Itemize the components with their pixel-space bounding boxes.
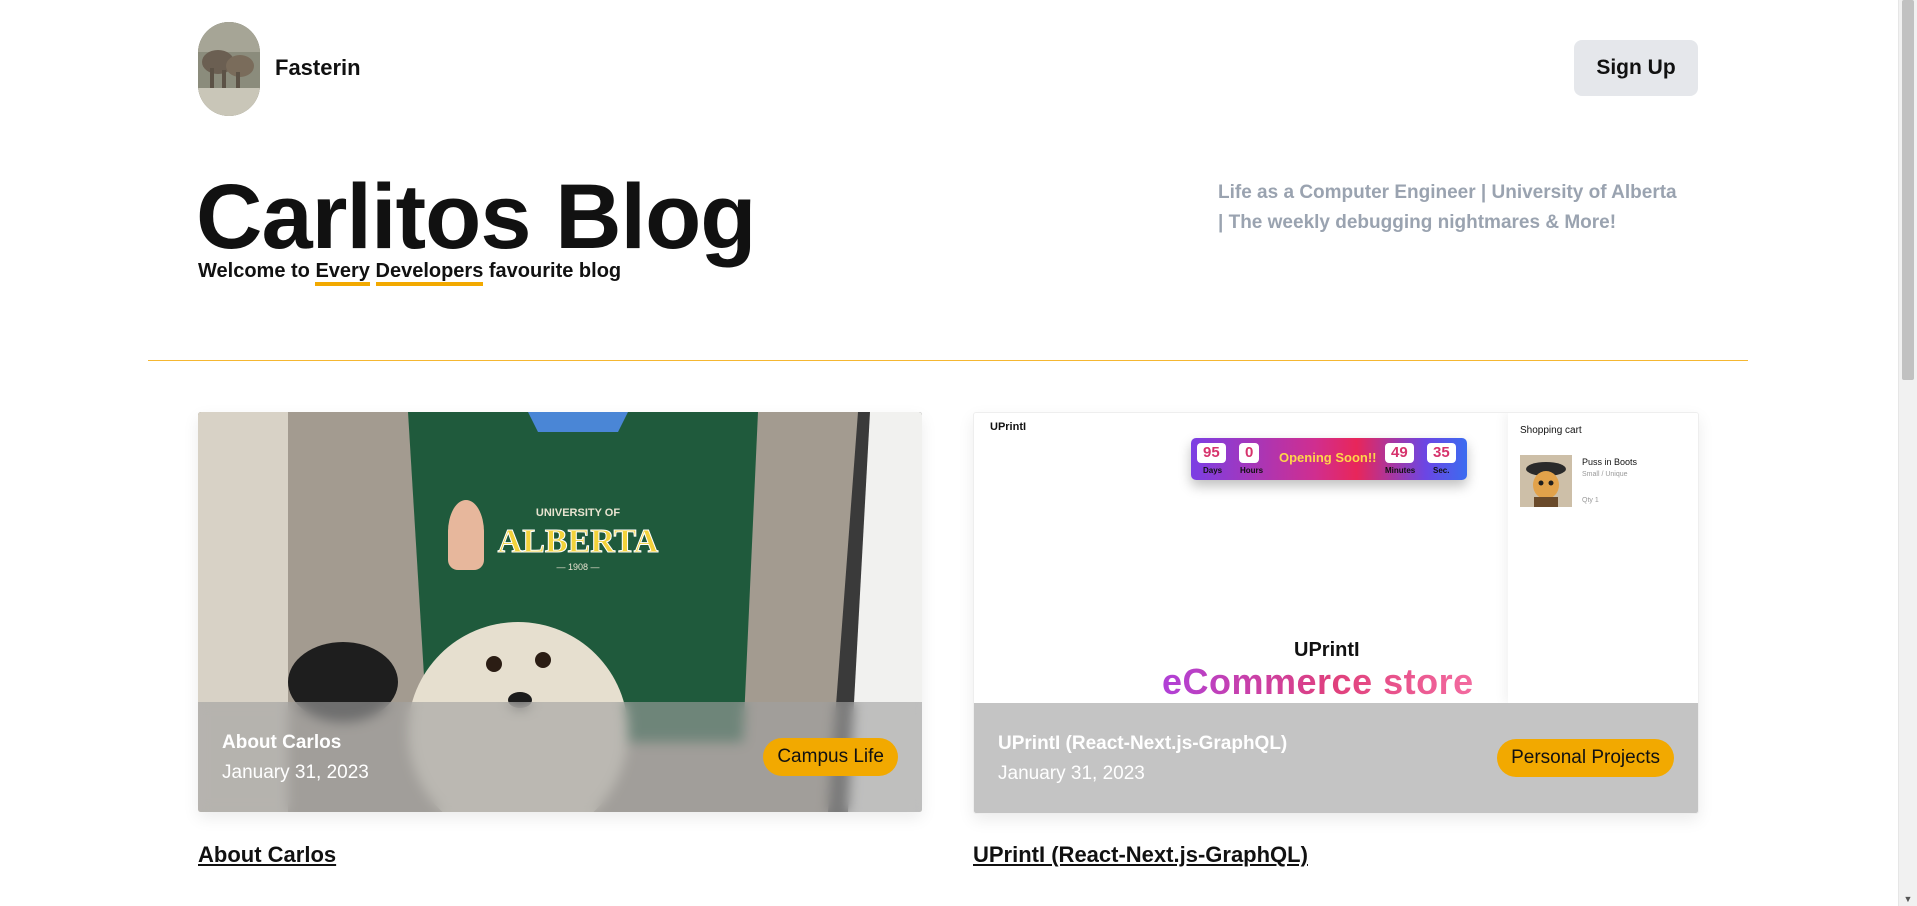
- brand-avatar[interactable]: [198, 22, 260, 116]
- post-card-uprinti[interactable]: UPrintI 95 Days 0 Hours Opening Soon!! 4…: [973, 412, 1699, 814]
- cart-item-name: Puss in Boots: [1582, 457, 1638, 467]
- countdown-days: 95: [1197, 443, 1226, 463]
- mock-headline: eCommerce store: [1162, 661, 1474, 702]
- scrollbar[interactable]: ▼: [1898, 0, 1917, 906]
- cart-item-variant: Small / Unique: [1582, 471, 1628, 478]
- post-overlay-title: UPrintI (React-Next.js-GraphQL): [998, 733, 1288, 754]
- welcome-text: Welcome to Every Developers favourite bl…: [198, 260, 622, 286]
- post-title-link-uprinti[interactable]: UPrintI (React-Next.js-GraphQL): [973, 842, 1308, 868]
- welcome-word-every: Every: [315, 260, 370, 286]
- mock-countdown: 95 Days 0 Hours Opening Soon!! 49 Minute…: [1191, 438, 1467, 480]
- scroll-down-arrow-icon[interactable]: ▼: [1903, 894, 1913, 904]
- cart-title: Shopping cart: [1520, 425, 1582, 436]
- post-card-about-carlos[interactable]: UNIVERSITY OF ALBERTA — 1908 — About Car…: [198, 412, 922, 812]
- countdown-minutes: 49: [1385, 443, 1414, 463]
- sign-up-button[interactable]: Sign Up: [1574, 40, 1698, 96]
- post-title-link-about-carlos[interactable]: About Carlos: [198, 842, 336, 868]
- countdown-seconds: 35: [1427, 443, 1456, 463]
- mock-logo: UPrintI: [990, 421, 1027, 433]
- section-divider: [148, 360, 1748, 361]
- post-overlay: About Carlos January 31, 2023 Campus Lif…: [198, 702, 922, 812]
- post-date: January 31, 2023: [222, 762, 369, 783]
- countdown-seconds-label: Sec.: [1433, 466, 1450, 475]
- tagline: Life as a Computer Engineer | University…: [1218, 178, 1718, 238]
- welcome-suffix: favourite blog: [483, 260, 622, 282]
- category-badge-personal-projects[interactable]: Personal Projects: [1497, 739, 1674, 777]
- mock-cart-panel: Shopping cart Puss in Boots Small / Uniq…: [1508, 413, 1698, 703]
- category-badge-campus-life[interactable]: Campus Life: [763, 738, 898, 776]
- post-overlay: UPrintI (React-Next.js-GraphQL) January …: [974, 703, 1698, 813]
- mock-brand: UPrintI: [1294, 639, 1360, 661]
- countdown-hours-label: Hours: [1240, 466, 1264, 475]
- brand-name[interactable]: Fasterin: [275, 55, 361, 81]
- cart-item-qty: Qty 1: [1582, 497, 1599, 504]
- countdown-hours: 0: [1239, 443, 1260, 463]
- puss-in-boots-image: [1520, 455, 1572, 507]
- tagline-line-1: Life as a Computer Engineer | University…: [1218, 182, 1677, 203]
- post-date: January 31, 2023: [998, 763, 1145, 784]
- hoodie-text-big: ALBERTA: [498, 523, 659, 560]
- countdown-message: Opening Soon!!: [1279, 450, 1377, 465]
- elephants-photo: [198, 22, 260, 116]
- cart-item-image: [1520, 455, 1572, 507]
- scrollbar-thumb[interactable]: [1902, 0, 1914, 380]
- tagline-line-2: | The weekly debugging nightmares & More…: [1218, 212, 1617, 233]
- countdown-minutes-label: Minutes: [1385, 466, 1416, 475]
- hoodie-text-small: UNIVERSITY OF: [536, 507, 620, 519]
- page-title: Carlitos Blog: [196, 166, 756, 268]
- welcome-prefix: Welcome to: [198, 260, 316, 282]
- welcome-word-developers: Developers: [375, 260, 484, 286]
- hoodie-text-year: — 1908 —: [556, 562, 599, 572]
- post-overlay-title: About Carlos: [222, 732, 342, 753]
- countdown-days-label: Days: [1203, 466, 1223, 475]
